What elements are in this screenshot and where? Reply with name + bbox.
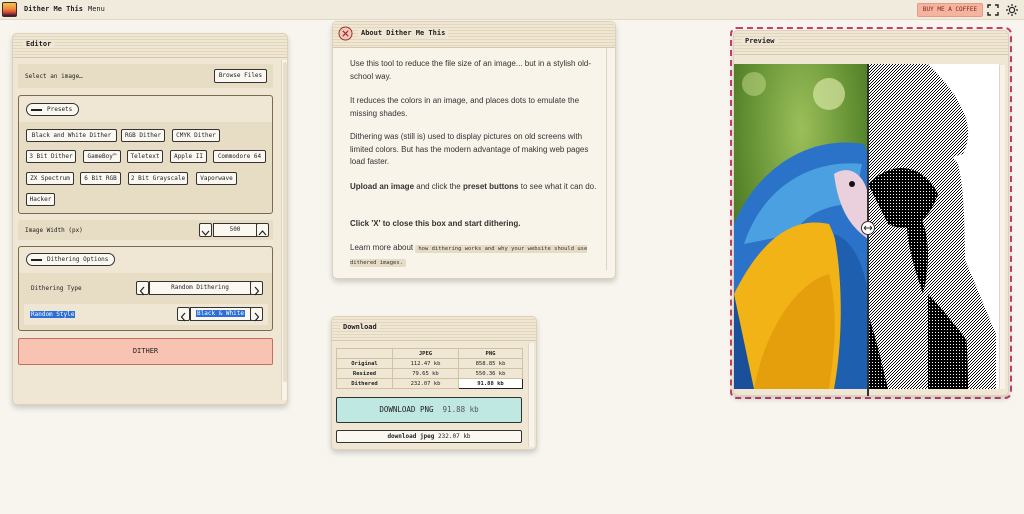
minus-icon bbox=[31, 259, 42, 261]
file-size-table: JPEG PNG Original 112.47 kb 858.85 kb Re… bbox=[336, 348, 523, 389]
preset-button[interactable]: 3 Bit Dither bbox=[26, 150, 76, 163]
table-header-cell: PNG bbox=[458, 348, 523, 359]
about-p4-mid: and click the bbox=[414, 182, 463, 191]
table-cell: 232.07 kb bbox=[392, 378, 459, 389]
preview-title: Preview bbox=[742, 37, 778, 45]
presets-toggle-button[interactable]: Presets bbox=[26, 103, 80, 116]
preset-button[interactable]: Vaporwave bbox=[196, 172, 237, 185]
table-row: Dithered 232.07 kb 91.88 kb bbox=[336, 378, 523, 389]
random-style-label: Random Style bbox=[30, 311, 76, 318]
close-circle-icon[interactable] bbox=[338, 26, 353, 41]
download-png-size: 91.88 kb bbox=[442, 405, 479, 414]
table-header-row: JPEG PNG bbox=[336, 348, 523, 359]
preset-button[interactable]: 6 Bit RGB bbox=[80, 172, 121, 185]
table-header-cell bbox=[336, 348, 393, 359]
table-cell-selected: 91.88 kb bbox=[458, 378, 523, 389]
preview-original-image bbox=[734, 64, 868, 389]
about-paragraph-5: Click 'X' to close this box and start di… bbox=[350, 219, 521, 228]
row-label: Dithered bbox=[336, 378, 393, 389]
compare-handle-icon[interactable] bbox=[861, 221, 875, 235]
preset-button[interactable]: Black and White Dither bbox=[26, 129, 117, 142]
preset-button[interactable]: ZX Spectrum bbox=[26, 172, 74, 185]
preset-button[interactable]: Apple II bbox=[170, 150, 207, 163]
preset-button[interactable]: Teletext bbox=[127, 150, 163, 163]
minus-icon bbox=[31, 109, 42, 111]
random-style-next-button[interactable] bbox=[250, 307, 263, 322]
chevron-left-icon bbox=[180, 312, 186, 322]
preset-button[interactable]: Commodore 64 bbox=[213, 150, 266, 163]
table-row: Resized 79.65 kb 550.36 kb bbox=[336, 368, 523, 379]
dithering-options-label: Dithering Options bbox=[47, 256, 109, 263]
table-cell: 112.47 kb bbox=[392, 358, 459, 369]
about-bold-upload: Upload an image bbox=[350, 182, 415, 191]
top-bar: Dither Me This Menu BUY ME A COFFEE bbox=[0, 0, 1024, 20]
download-scrollbar[interactable] bbox=[528, 343, 534, 447]
presets-label: Presets bbox=[47, 106, 73, 113]
preview-scrollbar[interactable] bbox=[999, 65, 1005, 389]
app-logo-icon bbox=[2, 2, 17, 17]
about-scrollbar[interactable] bbox=[606, 48, 612, 270]
chevron-down-icon bbox=[201, 230, 210, 236]
about-paragraph-2: It reduces the colors in an image, and p… bbox=[350, 96, 580, 118]
editor-title: Editor bbox=[23, 40, 55, 48]
dithering-type-prev-button[interactable] bbox=[136, 281, 149, 296]
fullscreen-icon[interactable] bbox=[986, 3, 1000, 17]
preset-button[interactable]: GameBoy™ bbox=[83, 150, 121, 163]
app-title: Dither Me This bbox=[24, 5, 84, 13]
table-cell: 550.36 kb bbox=[458, 368, 523, 379]
row-label: Original bbox=[336, 358, 393, 369]
preset-button[interactable]: RGB Dither bbox=[121, 129, 165, 142]
table-cell: 858.85 kb bbox=[458, 358, 523, 369]
select-image-label: Select an image… bbox=[25, 73, 83, 80]
download-png-label: DOWNLOAD PNG bbox=[379, 405, 434, 414]
about-title: About Dither Me This bbox=[358, 29, 449, 37]
dithering-type-label: Dithering Type bbox=[31, 285, 82, 292]
menu-button[interactable]: Menu bbox=[88, 5, 105, 13]
download-jpeg-size: 232.07 kb bbox=[438, 433, 471, 440]
dithering-options-toggle-button[interactable]: Dithering Options bbox=[26, 253, 116, 266]
chevron-left-icon bbox=[139, 286, 145, 296]
chevron-right-icon bbox=[254, 286, 260, 296]
download-jpeg-button[interactable]: download jpeg 232.07 kb bbox=[336, 430, 522, 443]
random-style-select[interactable]: Black & White bbox=[190, 307, 251, 321]
dither-button[interactable]: DITHER bbox=[18, 338, 273, 365]
about-p4-end: to see what it can do. bbox=[518, 182, 597, 191]
preset-button[interactable]: 2 Bit Grayscale bbox=[128, 172, 188, 185]
about-learn-more: Learn more about bbox=[350, 243, 416, 252]
row-label: Resized bbox=[336, 368, 393, 379]
width-increase-button[interactable] bbox=[256, 223, 269, 237]
table-row: Original 112.47 kb 858.85 kb bbox=[336, 358, 523, 369]
random-style-prev-button[interactable] bbox=[177, 307, 190, 322]
editor-scrollbar[interactable] bbox=[281, 60, 287, 400]
dithering-type-select[interactable]: Random Dithering bbox=[149, 281, 251, 295]
table-cell: 79.65 kb bbox=[392, 368, 459, 379]
preset-button[interactable]: Hacker bbox=[26, 193, 55, 206]
table-header-cell: JPEG bbox=[392, 348, 459, 359]
width-decrease-button[interactable] bbox=[199, 223, 212, 237]
download-title: Download bbox=[340, 323, 380, 331]
download-jpeg-label: download jpeg bbox=[387, 433, 435, 440]
preview-dithered-image bbox=[868, 64, 999, 389]
sun-icon[interactable] bbox=[1005, 3, 1019, 17]
about-paragraph-4: Upload an image and click the preset but… bbox=[350, 181, 600, 194]
about-paragraph-6: Learn more about how dithering works and… bbox=[350, 242, 600, 269]
preset-button[interactable]: CMYK Dither bbox=[172, 129, 220, 142]
dithering-type-next-button[interactable] bbox=[250, 281, 263, 296]
chevron-right-icon bbox=[254, 312, 260, 322]
download-png-button[interactable]: DOWNLOAD PNG 91.88 kb bbox=[336, 397, 522, 423]
about-bold-presets: preset buttons bbox=[462, 182, 519, 191]
browse-files-button[interactable]: Browse Files bbox=[214, 69, 267, 83]
image-width-label: Image Width (px) bbox=[25, 227, 83, 234]
about-paragraph-3: Dithering was (still is) used to display… bbox=[350, 132, 589, 166]
image-width-input[interactable]: 500 bbox=[213, 223, 257, 237]
chevron-up-icon bbox=[258, 230, 267, 236]
buy-me-a-coffee-button[interactable]: BUY ME A COFFEE bbox=[917, 3, 983, 17]
about-paragraph-1: Use this tool to reduce the file size of… bbox=[350, 59, 592, 81]
random-style-value: Black & White bbox=[196, 310, 245, 317]
